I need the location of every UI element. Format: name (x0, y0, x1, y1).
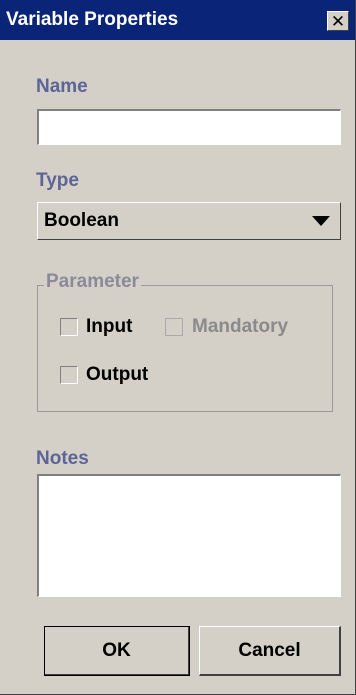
type-select-value: Boolean (44, 210, 119, 231)
input-checkbox-label[interactable]: Input (86, 316, 132, 338)
chevron-down-icon[interactable] (312, 216, 330, 226)
mandatory-checkbox-label: Mandatory (192, 316, 289, 337)
close-button[interactable]: ✕ (327, 11, 349, 31)
type-label: Type (36, 170, 79, 191)
window-title: Variable Properties (6, 9, 179, 30)
variable-properties-dialog: Variable Properties ✕ Name Type Boolean … (0, 0, 356, 695)
output-checkbox[interactable] (60, 366, 78, 384)
ok-button[interactable]: OK (44, 626, 190, 676)
close-icon: ✕ (330, 11, 346, 31)
name-input[interactable] (37, 109, 341, 145)
notes-label: Notes (36, 448, 89, 469)
parameter-group (37, 285, 333, 412)
cancel-button[interactable]: Cancel (199, 626, 341, 676)
type-select[interactable]: Boolean (37, 202, 341, 240)
name-label: Name (36, 76, 88, 97)
title-bar[interactable]: Variable Properties ✕ (0, 0, 355, 40)
parameter-group-legend: Parameter (44, 271, 141, 293)
mandatory-checkbox (165, 318, 183, 336)
output-checkbox-label[interactable]: Output (86, 364, 148, 386)
notes-textarea[interactable] (37, 474, 341, 597)
input-checkbox[interactable] (60, 318, 78, 336)
